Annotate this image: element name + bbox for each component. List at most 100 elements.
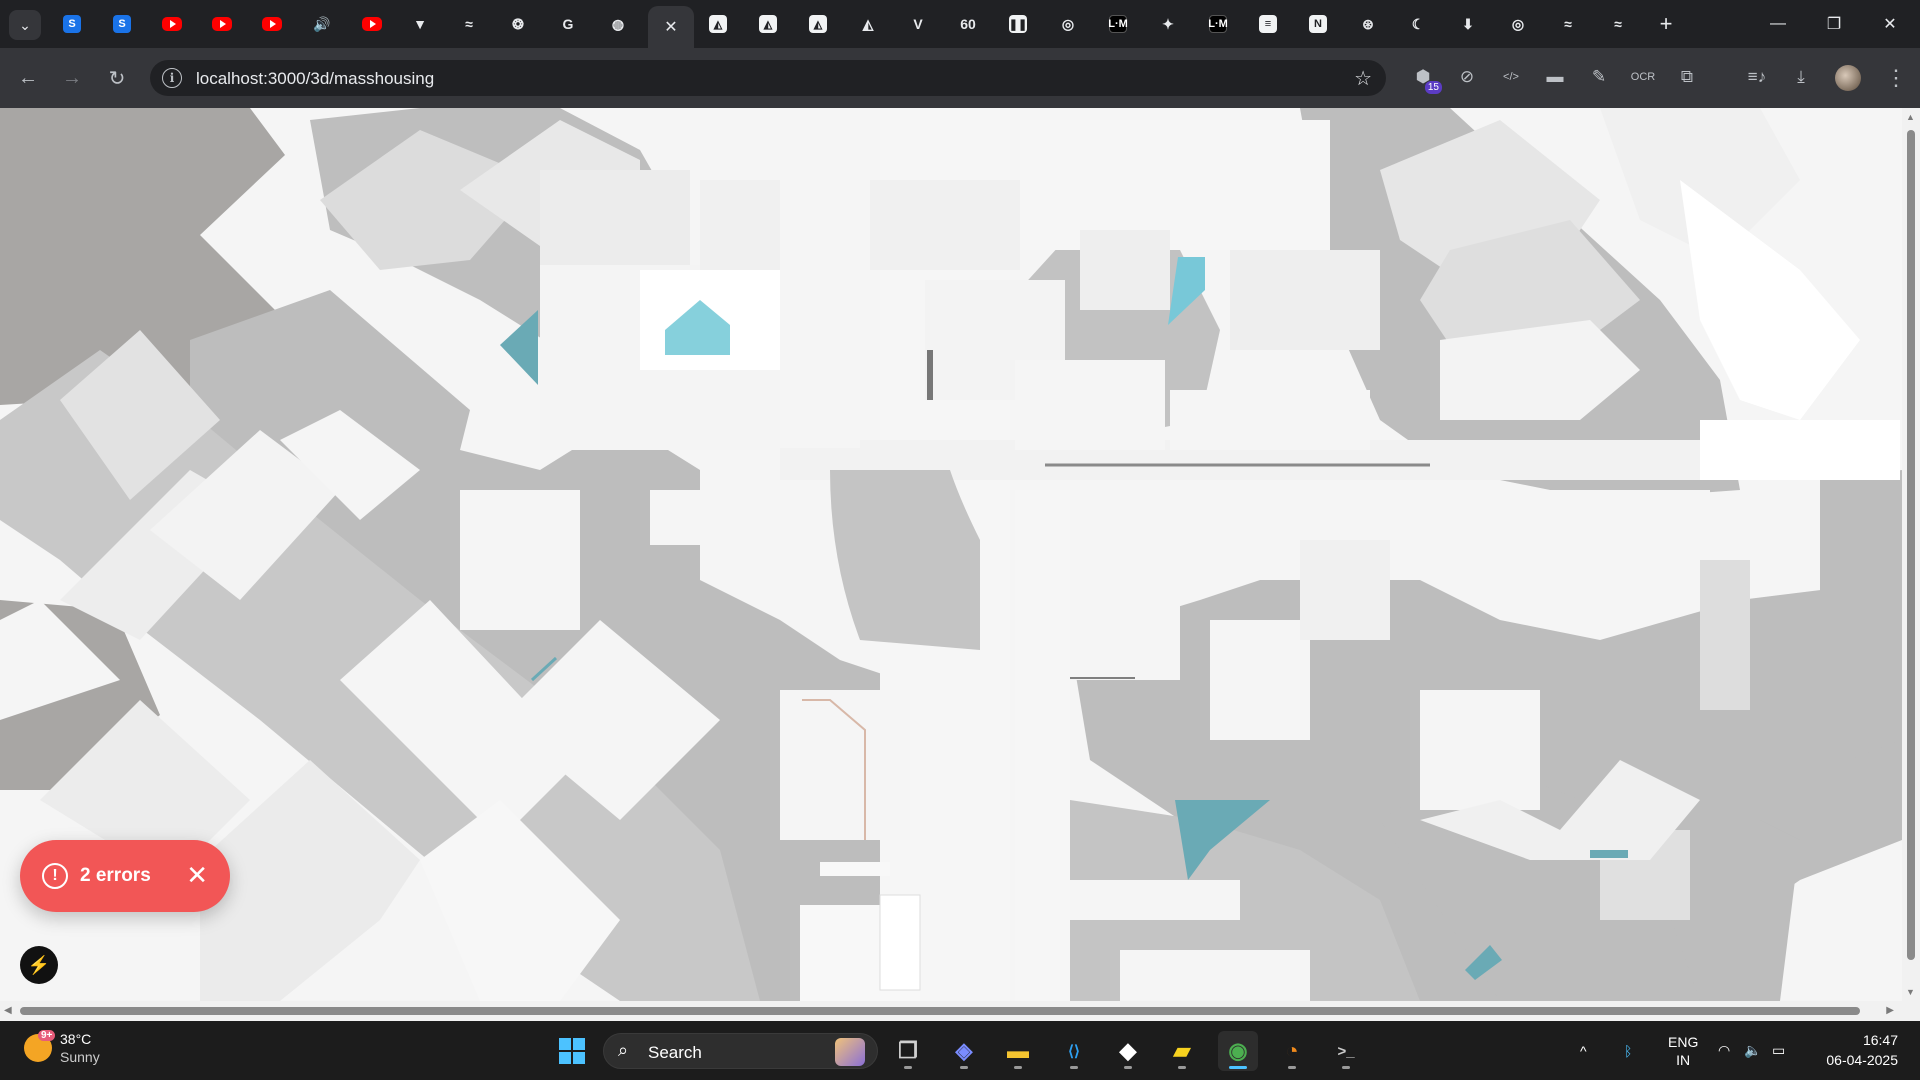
tab-active[interactable]: ✕ xyxy=(648,6,694,48)
app-cube-icon[interactable]: ◆ xyxy=(1108,1031,1148,1071)
blender-icon[interactable]: ◔ xyxy=(1272,1031,1312,1071)
vertical-scroll-thumb[interactable] xyxy=(1907,130,1915,960)
tab[interactable]: ◭ xyxy=(746,8,790,40)
bluetooth-icon[interactable]: ᛒ xyxy=(1624,1021,1632,1080)
tab[interactable]: ◭ xyxy=(696,8,740,40)
task-view-icon[interactable]: ❐ xyxy=(888,1031,928,1071)
terminal-icon[interactable]: >_ xyxy=(1326,1031,1366,1071)
extension-purple-icon[interactable]: ⬢ 15 xyxy=(1410,64,1442,94)
close-window-button[interactable]: ✕ xyxy=(1862,0,1918,48)
weather-widget[interactable]: 9+ 38°C Sunny xyxy=(24,1030,100,1066)
tab[interactable]: ◍ xyxy=(596,8,640,40)
taskbar-search[interactable]: ⌕ Search xyxy=(603,1033,878,1069)
tab[interactable]: ◎ xyxy=(1496,8,1540,40)
tab-search-button[interactable]: ⌄ xyxy=(9,10,41,40)
tab[interactable]: ≡ xyxy=(1246,8,1290,40)
devtools-icon[interactable]: </> xyxy=(1498,64,1524,90)
chrome-icon: ◎ xyxy=(1061,15,1075,32)
vscode-icon[interactable]: ⟨⟩ xyxy=(1054,1031,1094,1071)
horizontal-scrollbar[interactable]: ◀ ▶ xyxy=(0,1001,1920,1021)
scroll-right-icon[interactable]: ▶ xyxy=(1886,1005,1894,1016)
reload-button[interactable]: ↻ xyxy=(101,62,133,94)
ocr-icon[interactable]: OCR xyxy=(1630,64,1656,90)
nextjs-devtools-button[interactable]: ⚡ xyxy=(20,946,58,984)
tab[interactable]: ≈ xyxy=(1596,8,1640,40)
language-indicator[interactable]: ENG IN xyxy=(1668,1021,1698,1080)
tab[interactable]: G xyxy=(546,8,590,40)
horizontal-scroll-thumb[interactable] xyxy=(20,1007,1860,1015)
tab[interactable] xyxy=(200,8,244,40)
volume-icon[interactable]: 🔈 xyxy=(1744,1021,1761,1080)
tab[interactable]: ✦ xyxy=(1146,8,1190,40)
building-se-7 xyxy=(1070,880,1240,920)
sticky-notes-icon-glyph: ▰ xyxy=(1173,1038,1191,1063)
tab[interactable]: N xyxy=(1296,8,1340,40)
tab[interactable]: S xyxy=(50,8,94,40)
tab[interactable] xyxy=(250,8,294,40)
download-icon-glyph: ⤓ xyxy=(1797,67,1805,86)
chrome-menu-button[interactable]: ⋮ xyxy=(1880,62,1912,94)
error-count-label[interactable]: 2 errors xyxy=(80,865,151,887)
vertical-scrollbar[interactable]: ▲ ▼ xyxy=(1902,108,1920,1001)
building-n-7 xyxy=(1230,250,1380,350)
close-icon[interactable]: ✕ xyxy=(186,862,208,888)
tab[interactable]: ⊛ xyxy=(1346,8,1390,40)
tab[interactable] xyxy=(150,8,194,40)
building-n-2 xyxy=(1020,120,1330,250)
scroll-left-icon[interactable]: ◀ xyxy=(4,1005,12,1016)
threejs-icon: ◭ xyxy=(759,15,777,33)
tab[interactable] xyxy=(350,8,394,40)
puzzle-icon[interactable]: ⧉ xyxy=(1674,64,1700,90)
eyedropper-icon[interactable]: ✎ xyxy=(1586,64,1612,90)
tab[interactable]: ❚❚ xyxy=(996,8,1040,40)
tab[interactable]: V xyxy=(896,8,940,40)
bookmark-star-icon[interactable]: ☆ xyxy=(1354,66,1372,91)
restore-button[interactable]: ❐ xyxy=(1806,0,1862,48)
tab[interactable]: ◎ xyxy=(1046,8,1090,40)
tray-overflow-icon[interactable]: ^ xyxy=(1580,1021,1587,1080)
tab[interactable]: 60 xyxy=(946,8,990,40)
file-explorer-icon[interactable]: ▬ xyxy=(998,1031,1038,1071)
3d-canvas[interactable] xyxy=(0,108,1902,1001)
address-bar[interactable]: i localhost:3000/3d/masshousing ☆ xyxy=(150,60,1386,96)
clock[interactable]: 16:47 06-04-2025 xyxy=(1826,1030,1898,1070)
running-indicator xyxy=(1070,1066,1078,1069)
tab[interactable]: ☾ xyxy=(1396,8,1440,40)
tab[interactable]: L·M xyxy=(1096,8,1140,40)
tab[interactable]: ◭ xyxy=(846,8,890,40)
download-icon[interactable]: ⤓ xyxy=(1788,64,1814,90)
forward-button[interactable]: → xyxy=(56,62,88,94)
sticky-notes-icon[interactable]: ▰ xyxy=(1162,1031,1202,1071)
back-button[interactable]: ← xyxy=(12,62,44,94)
profile-avatar[interactable] xyxy=(1835,65,1861,91)
site-info-icon[interactable]: i xyxy=(162,68,182,88)
building-n-3 xyxy=(1080,230,1170,310)
tab[interactable]: ≈ xyxy=(447,8,491,40)
building-n-6 xyxy=(1170,390,1370,450)
threejs-icon: ◭ xyxy=(809,15,827,33)
tab[interactable]: 🔊 xyxy=(300,8,344,40)
wifi-icon[interactable]: ◠ xyxy=(1718,1021,1730,1080)
start-button[interactable] xyxy=(552,1031,592,1071)
new-tab-button[interactable]: + xyxy=(1652,10,1680,38)
close-icon[interactable]: ✕ xyxy=(664,17,677,37)
tab[interactable]: ▼ xyxy=(398,8,442,40)
compass-icon[interactable]: ⊘ xyxy=(1454,64,1480,90)
tag-icon[interactable]: ▬ xyxy=(1542,64,1568,90)
tab[interactable]: ❂ xyxy=(496,8,540,40)
tab[interactable]: ◭ xyxy=(796,8,840,40)
copilot-icon[interactable]: ◈ xyxy=(944,1031,984,1071)
scroll-up-icon[interactable]: ▲ xyxy=(1906,112,1915,122)
minimize-button[interactable]: — xyxy=(1750,0,1806,48)
chrome-icon[interactable]: ◉ xyxy=(1218,1031,1258,1071)
tab[interactable]: L·M xyxy=(1196,8,1240,40)
scroll-down-icon[interactable]: ▼ xyxy=(1906,987,1915,997)
youtube-icon xyxy=(362,17,382,31)
error-toast[interactable]: ! 2 errors ✕ xyxy=(20,840,230,912)
tab[interactable]: S xyxy=(100,8,144,40)
tab[interactable]: ≈ xyxy=(1546,8,1590,40)
url-text[interactable]: localhost:3000/3d/masshousing xyxy=(196,69,434,89)
media-icon[interactable]: ≡♪ xyxy=(1744,64,1770,90)
battery-icon[interactable]: ▭ xyxy=(1772,1021,1785,1080)
tab[interactable]: ⬇ xyxy=(1446,8,1490,40)
